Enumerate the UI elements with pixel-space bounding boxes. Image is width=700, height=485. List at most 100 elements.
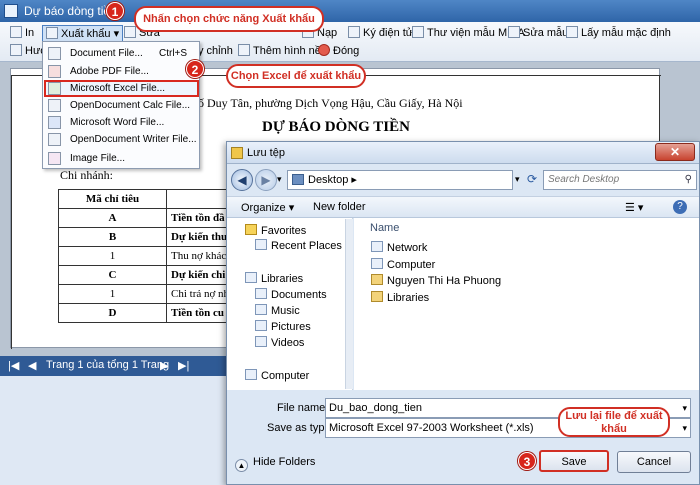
export-menu: Document File... Ctrl+S Adobe PDF File...… — [42, 41, 200, 169]
nav-item-documents[interactable]: Documents — [255, 288, 327, 303]
export-icon — [46, 27, 58, 39]
history-dropdown-icon[interactable]: ▾ — [277, 174, 282, 185]
callout-step-1: Nhấn chọn chức năng Xuất khẩu — [134, 6, 324, 32]
back-icon[interactable]: ◀ — [231, 169, 253, 191]
libraries-icon — [371, 291, 383, 302]
prev-page-icon[interactable]: ◀ — [28, 359, 36, 372]
writer-icon — [48, 133, 61, 146]
add-background-button[interactable]: Thêm hình nền — [238, 43, 327, 60]
libraries-icon — [245, 272, 257, 283]
menu-item-calc[interactable]: OpenDocument Calc File... — [44, 97, 199, 114]
view-options-icon[interactable]: ☰ ▾ — [625, 201, 643, 214]
music-icon — [255, 304, 267, 315]
callout-step-3: Lưu lại file để xuất khẩu — [558, 407, 670, 437]
videos-icon — [255, 336, 267, 347]
recent-places-icon — [255, 239, 267, 250]
computer-icon — [371, 258, 383, 269]
dialog-app-icon — [231, 147, 243, 159]
main-title-bar: Dự báo dòng tiền — [0, 0, 700, 22]
hide-folders-toggle[interactable]: ▲ Hide Folders — [235, 456, 315, 472]
step-3-badge: 3 — [518, 452, 536, 470]
star-icon — [245, 224, 257, 235]
edit-template-button[interactable]: Sửa mẫu — [508, 25, 568, 42]
nav-item-favorites[interactable]: Favorites — [245, 224, 306, 239]
background-icon — [238, 44, 250, 56]
list-item-computer[interactable]: Computer — [371, 258, 435, 271]
nav-item-computer[interactable]: Computer — [245, 369, 309, 384]
page-border-left — [11, 75, 12, 349]
edit-icon — [124, 26, 136, 38]
report-address: ố Duy Tân, phường Dịch Vọng Hậu, Cầu Giấ… — [198, 96, 463, 110]
path-breadcrumb[interactable]: Desktop ▸ — [287, 170, 513, 190]
menu-item-image[interactable]: Image File... — [44, 150, 199, 167]
computer-icon — [245, 369, 257, 380]
edit-template-icon — [508, 26, 520, 38]
app-icon — [4, 4, 18, 18]
e-sign-button[interactable]: Ký điện tử — [348, 25, 413, 42]
path-dropdown-icon[interactable]: ▾ — [515, 174, 520, 185]
nav-item-videos[interactable]: Videos — [255, 336, 304, 351]
print-button[interactable]: In — [10, 25, 34, 42]
search-icon: ⚲ — [684, 174, 692, 185]
callout-step-2: Chọn Excel để xuất khẩu — [226, 64, 366, 88]
command-bar: Organize ▾ New folder ☰ ▾ ? — [227, 196, 699, 218]
address-bar: ◀ ▶ ▾ Desktop ▸ ▾ ⟳ Search Desktop ⚲ — [231, 168, 697, 194]
nav-item-recent-places[interactable]: Recent Places — [255, 239, 342, 254]
help-icon[interactable]: ? — [673, 200, 687, 214]
close-circle-icon — [318, 44, 330, 56]
image-icon — [48, 152, 61, 165]
menu-item-pdf[interactable]: Adobe PDF File... — [44, 63, 199, 80]
chevron-up-icon: ▲ — [235, 459, 248, 472]
nav-item-pictures[interactable]: Pictures — [255, 320, 311, 335]
dialog-title: Lưu tệp — [247, 147, 285, 159]
new-folder-button[interactable]: New folder — [313, 201, 366, 213]
search-input[interactable]: Search Desktop ⚲ — [543, 170, 697, 190]
next-page-icon[interactable]: ▶ — [160, 359, 168, 372]
cancel-button[interactable]: Cancel — [617, 451, 691, 473]
adjust-button[interactable]: y chỉnh — [198, 43, 233, 60]
chevron-down-icon: ▾ — [682, 403, 687, 413]
menu-item-excel[interactable]: Microsoft Excel File... — [44, 80, 199, 97]
column-header-name[interactable]: Name — [370, 222, 399, 234]
report-branch: Chi nhánh: — [60, 168, 113, 182]
dialog-title-bar: Lưu tệp ✕ — [227, 142, 699, 164]
calc-icon — [48, 99, 61, 112]
first-page-icon[interactable]: |◀ — [8, 359, 19, 372]
step-1-badge: 1 — [106, 2, 124, 20]
network-icon — [371, 241, 383, 252]
export-button[interactable]: Xuất khẩu ▾ — [42, 25, 124, 42]
default-template-button[interactable]: Lấy mẫu mặc định — [566, 25, 671, 42]
save-button[interactable]: Save — [539, 450, 609, 472]
chevron-down-icon: ▾ — [682, 423, 687, 433]
printer-icon — [10, 26, 22, 38]
signature-icon — [348, 26, 360, 38]
window-title: Dự báo dòng tiền — [24, 4, 117, 18]
nav-item-libraries[interactable]: Libraries — [245, 272, 303, 287]
list-item-user-folder[interactable]: Nguyen Thi Ha Phuong — [371, 274, 501, 287]
step-2-badge: 2 — [186, 60, 204, 78]
file-name-label: File name: — [277, 402, 329, 414]
pictures-icon — [255, 320, 267, 331]
nav-scrollbar[interactable] — [345, 219, 353, 389]
excel-icon — [48, 82, 61, 95]
forward-icon[interactable]: ▶ — [255, 169, 277, 191]
help-icon — [10, 44, 22, 56]
close-report-button[interactable]: Đóng — [318, 43, 359, 60]
nav-item-music[interactable]: Music — [255, 304, 300, 319]
last-page-icon[interactable]: ▶| — [178, 359, 189, 372]
list-item-libraries[interactable]: Libraries — [371, 291, 429, 304]
desktop-folder-icon — [292, 174, 304, 185]
dialog-close-button[interactable]: ✕ — [655, 143, 695, 161]
pdf-icon — [48, 65, 61, 78]
list-item-network[interactable]: Network — [371, 241, 427, 254]
refresh-icon[interactable]: ⟳ — [527, 172, 537, 186]
save-doc-icon — [48, 47, 61, 60]
default-template-icon — [566, 26, 578, 38]
user-folder-icon — [371, 274, 383, 285]
menu-item-document[interactable]: Document File... Ctrl+S — [44, 45, 199, 62]
menu-item-writer[interactable]: OpenDocument Writer File... — [44, 131, 199, 148]
organize-button[interactable]: Organize ▾ — [241, 201, 294, 214]
menu-item-word[interactable]: Microsoft Word File... — [44, 114, 199, 131]
save-type-label: Save as type: — [267, 422, 334, 434]
library-icon — [412, 26, 424, 38]
